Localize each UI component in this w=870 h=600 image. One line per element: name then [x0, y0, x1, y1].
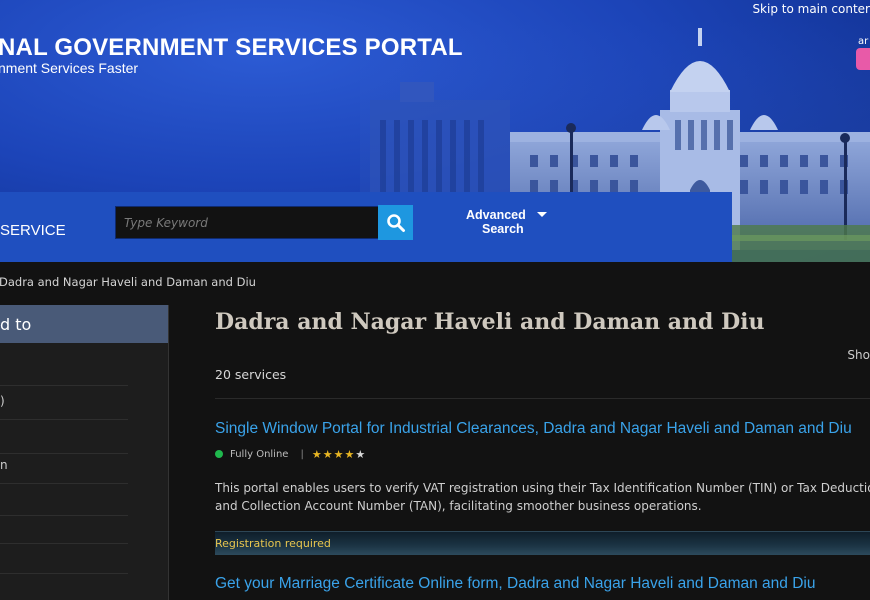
sidebar-item[interactable] [0, 484, 128, 516]
chevron-down-icon [537, 212, 547, 217]
partner-logo[interactable]: ar [856, 36, 870, 76]
keyword-search-input[interactable] [115, 206, 379, 239]
sidebar-item[interactable]: ) [0, 386, 128, 420]
online-status-icon [215, 450, 223, 458]
advanced-search-label-2: Search [482, 222, 524, 236]
separator: | [300, 448, 304, 460]
star-empty-icon: ★ [355, 447, 366, 461]
sidebar-item-label: n [0, 458, 8, 472]
registration-required-label: Registration required [215, 537, 331, 550]
sidebar-header: d to [0, 305, 168, 343]
registration-bar: Registration required [215, 531, 870, 555]
sidebar-item[interactable] [0, 544, 128, 574]
service-status-row: Fully Online | ★ ★ ★ ★ ★ [215, 447, 365, 461]
breadcrumb[interactable]: Dadra and Nagar Haveli and Daman and Diu [0, 275, 256, 289]
filter-sidebar: d to ) n [0, 305, 169, 600]
services-count: 20 services [215, 367, 287, 382]
advanced-search-toggle[interactable]: Advanced Search [458, 208, 558, 236]
sidebar-item-label: ) [0, 394, 5, 408]
service-label: SERVICE [0, 222, 66, 239]
show-per-page-label: Sho [847, 348, 870, 362]
sidebar-item[interactable] [0, 420, 128, 454]
sidebar-item[interactable] [0, 352, 128, 386]
star-filled-icon: ★ [311, 447, 322, 461]
partner-logo-text: ar [858, 36, 869, 47]
service-title-link[interactable]: Single Window Portal for Industrial Clea… [215, 420, 852, 438]
search-bar: SERVICE Advanced Search [0, 192, 732, 262]
service-description: This portal enables users to verify VAT … [215, 481, 870, 513]
partner-logo-mark [856, 48, 870, 70]
sidebar-item[interactable]: n [0, 454, 128, 484]
star-filled-icon: ★ [322, 447, 333, 461]
star-filled-icon: ★ [333, 447, 344, 461]
divider [215, 398, 870, 399]
search-icon [386, 213, 405, 232]
service-status-text: Fully Online [230, 448, 289, 460]
skip-to-main-link[interactable]: Skip to main conter [752, 2, 870, 16]
portal-title: NAL GOVERNMENT SERVICES PORTAL [0, 34, 463, 61]
service-title-link[interactable]: Get your Marriage Certificate Online for… [215, 575, 815, 593]
search-button[interactable] [378, 205, 413, 240]
page-title: Dadra and Nagar Haveli and Daman and Diu [215, 309, 765, 335]
portal-subtitle: nment Services Faster [0, 60, 139, 76]
rating-stars: ★ ★ ★ ★ ★ [312, 449, 365, 460]
sidebar-item[interactable] [0, 516, 128, 544]
star-filled-icon: ★ [344, 447, 355, 461]
